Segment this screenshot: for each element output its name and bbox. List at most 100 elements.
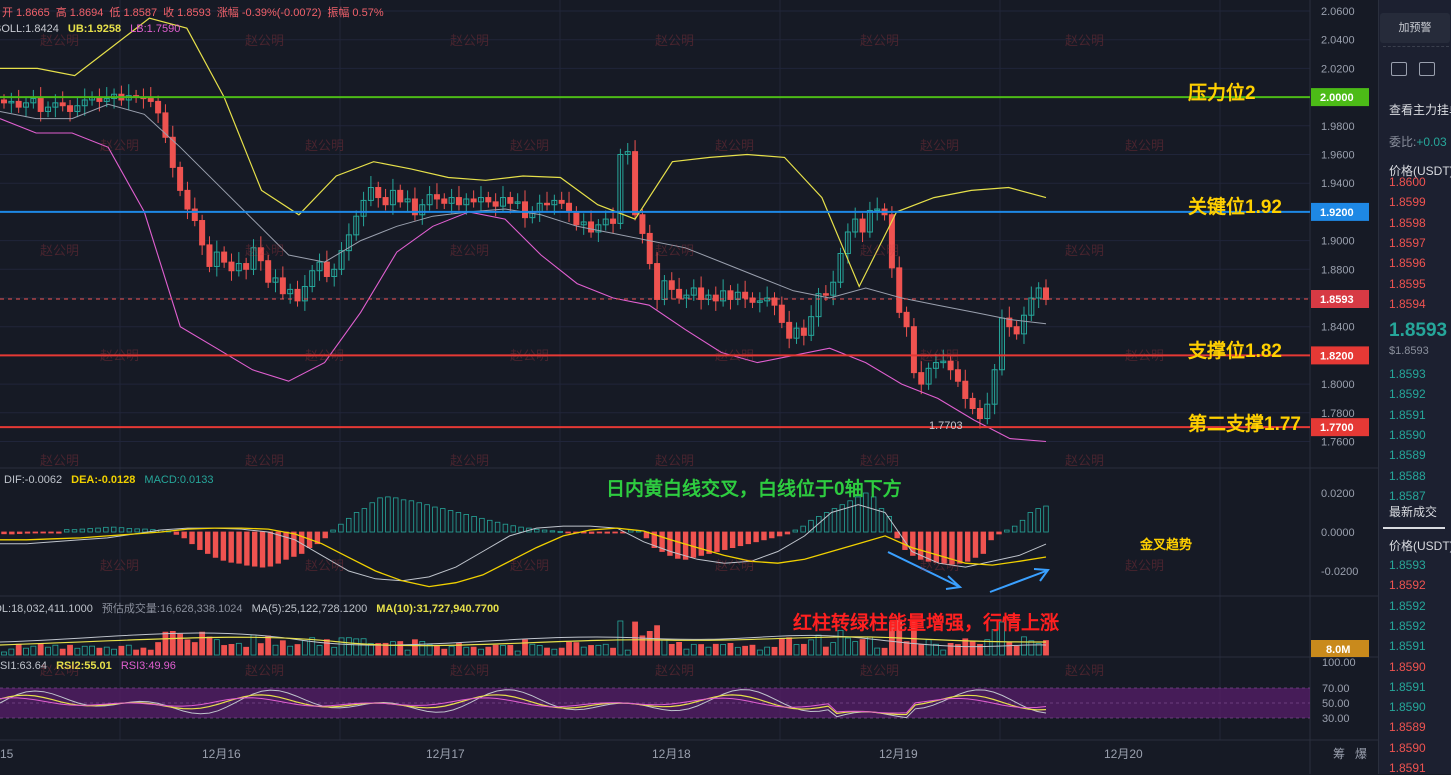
candle-body <box>544 202 551 206</box>
volume-bar <box>522 639 528 656</box>
candle-body <box>632 151 639 216</box>
macd-bar <box>32 531 39 534</box>
macd-bar <box>259 531 266 568</box>
candle-body <box>433 194 440 200</box>
volume-bar <box>918 644 925 656</box>
volume-bar <box>676 642 682 656</box>
volume-bar <box>162 631 169 656</box>
macd-bar <box>228 531 234 563</box>
candle-body <box>566 202 573 213</box>
macd-bar <box>588 531 595 534</box>
order-book-panel: 加预警 查看主力挂单 委比:+0.03 价格(USDT) 1.8600 1.859… <box>1378 0 1451 775</box>
candle-body <box>668 280 675 290</box>
macd-tick-label: 0.0200 <box>1321 488 1355 500</box>
ohlc-item: 开 1.8665 <box>2 7 50 19</box>
volume-bar <box>155 642 161 656</box>
candle-body <box>654 263 661 300</box>
rsi-tick-label: 100.00 <box>1322 657 1356 669</box>
volume-bar <box>59 648 66 656</box>
order-book-price: 1.8591 <box>1389 679 1426 694</box>
volume-bar <box>749 644 756 656</box>
order-book-price: 1.8591 <box>1389 761 1426 775</box>
price-tag-label: 1.8593 <box>1320 294 1354 306</box>
candle-body <box>228 261 235 272</box>
candle-body <box>947 360 954 371</box>
candle-body <box>279 277 286 295</box>
candle-body <box>786 321 793 339</box>
volume-bar <box>800 643 807 656</box>
order-book-title[interactable]: 查看主力挂单 <box>1389 101 1451 118</box>
order-book-price: 1.8587 <box>1389 488 1426 503</box>
macd-bar <box>48 531 54 534</box>
candle-body <box>1043 287 1049 300</box>
order-book-price: 1.8600 <box>1389 175 1426 189</box>
price-tick-label: 1.8400 <box>1321 322 1355 334</box>
price-tick-label: 1.8800 <box>1321 264 1355 276</box>
macd-bar <box>698 531 704 556</box>
candle-body <box>573 211 580 226</box>
order-book-price: 1.8589 <box>1389 720 1426 735</box>
ohlc-item: 涨幅 -0.39%(-0.0072) <box>216 7 322 19</box>
macd-bar <box>996 531 1002 535</box>
volume-bar <box>485 646 492 656</box>
macd-dif-value: DIF:-0.0062 <box>4 474 63 486</box>
volume-value: VOL:18,032,411.1000 <box>0 603 93 615</box>
chart-canvas[interactable]: 2.0600 2.0400 2.0200 1.9800 1.9600 1.9400 1.90… <box>0 0 1451 774</box>
candle-body <box>558 199 565 204</box>
candle-body <box>257 247 264 262</box>
volume-bar <box>786 637 793 656</box>
list-view-icon[interactable] <box>1419 62 1435 76</box>
volume-bar <box>859 639 866 656</box>
candle-body <box>712 294 719 302</box>
volume-bar <box>698 644 705 656</box>
rsi-tick-label: 30.00 <box>1322 713 1350 725</box>
candle-body <box>742 291 749 299</box>
candle-body <box>265 260 272 283</box>
volume-bar <box>947 643 954 656</box>
macd-bar <box>212 531 219 558</box>
price-tick-label: 2.0600 <box>1321 6 1355 18</box>
macd-infobar: DIF:-0.0062 DEA:-0.0128 MACD:0.0133 <box>4 474 220 486</box>
order-ratio-label: 委比: <box>1389 135 1417 149</box>
candle-body <box>199 220 206 246</box>
macd-bar <box>252 531 258 567</box>
volume-ma10: MA(10):31,727,940.7700 <box>376 603 500 615</box>
volume-bar <box>470 646 477 656</box>
volume-bar <box>727 643 734 656</box>
macd-bar <box>236 531 242 564</box>
volume-bar <box>544 647 550 656</box>
candle-body <box>1013 326 1020 335</box>
boll-lb-value: LB:1.7590 <box>130 23 181 35</box>
candle-body <box>243 263 250 270</box>
candle-body <box>698 287 705 300</box>
candle-body <box>822 293 829 296</box>
volume-bar <box>610 647 616 656</box>
order-book-price: 1.8591 <box>1389 639 1426 654</box>
recent-trades-title[interactable]: 最新成交 <box>1389 503 1437 520</box>
order-book-price: 1.8597 <box>1389 235 1426 250</box>
order-book-price: 1.8596 <box>1389 256 1426 271</box>
layout-toggle-icon[interactable] <box>1391 62 1407 76</box>
candle-body <box>1 99 7 104</box>
order-book-price: 1.8592 <box>1389 387 1426 402</box>
ohlc-item: 高 1.8694 <box>55 7 104 19</box>
candle-body <box>676 288 683 299</box>
price-tag-label: 1.9200 <box>1320 207 1354 219</box>
macd-bar <box>714 531 720 552</box>
order-book-price: 1.8593 <box>1389 558 1426 572</box>
candle-body <box>903 311 910 328</box>
price-tick-label: 1.9000 <box>1321 236 1355 248</box>
volume-bar <box>177 633 184 656</box>
add-alert-button[interactable]: 加预警 <box>1380 13 1450 43</box>
candle-body <box>147 98 154 102</box>
axis-corner-label: 筹 <box>1333 747 1345 761</box>
time-axis-label: 12月18 <box>652 747 691 761</box>
volume-bar <box>221 645 228 656</box>
ohlc-item: 振幅 0.57% <box>327 7 384 19</box>
volume-bar <box>133 649 139 656</box>
macd-bar <box>24 531 31 534</box>
candle-body <box>382 197 389 206</box>
volume-bar <box>265 635 272 656</box>
macd-bar <box>267 531 274 567</box>
macd-bar <box>933 531 940 563</box>
